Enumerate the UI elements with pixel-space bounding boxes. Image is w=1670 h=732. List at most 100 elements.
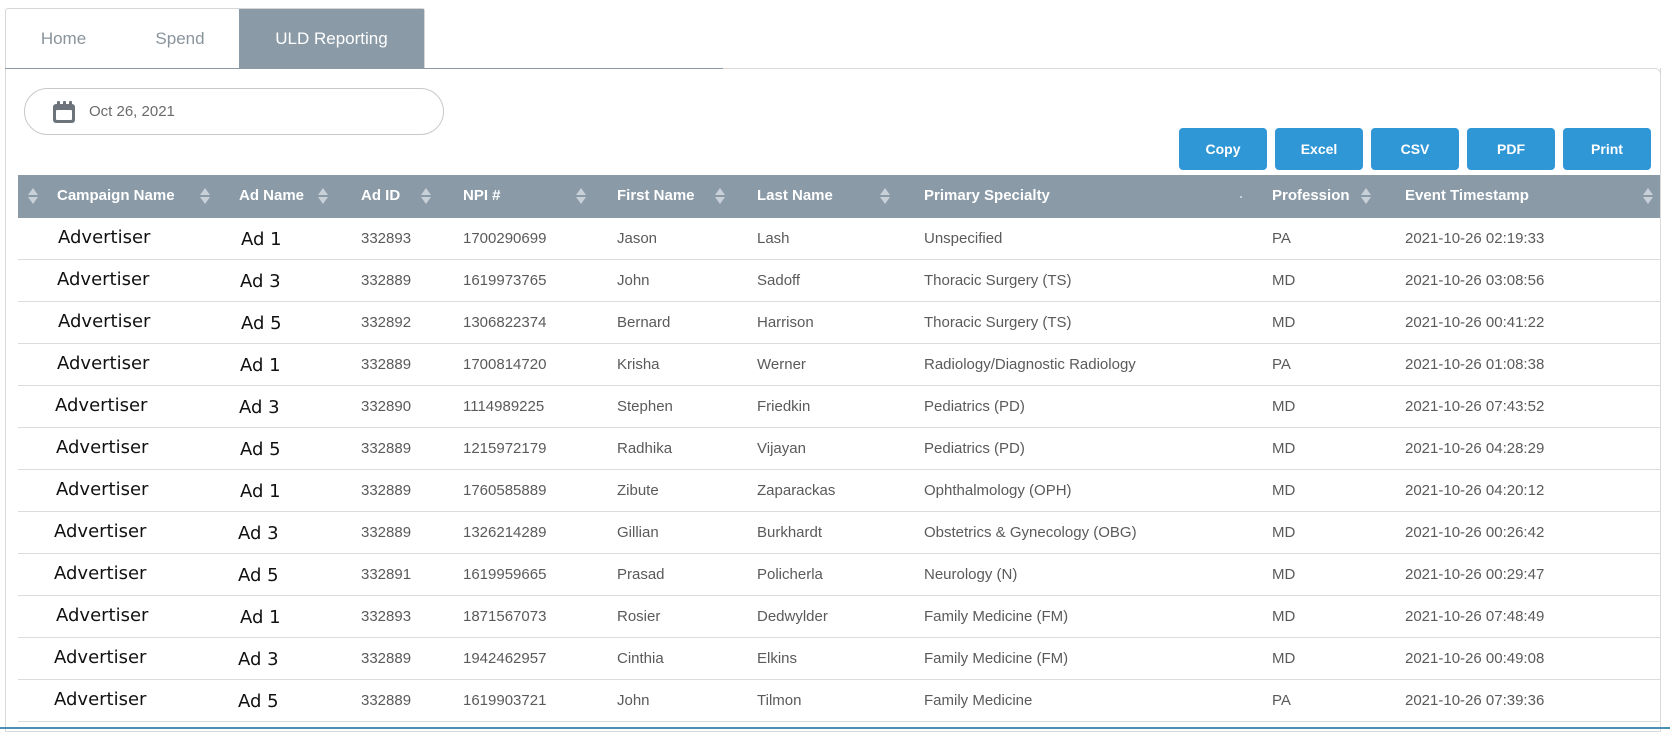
cell-event-timestamp: 2021-10-26 00:49:08 <box>1381 637 1661 679</box>
uld-reporting-page: Home Spend ULD Reporting Oct 26, 2021 Co… <box>0 0 1670 732</box>
cell-npi-number: 1215972179 <box>439 427 593 469</box>
cell-campaign-name: Advertiser <box>18 259 215 301</box>
cell-npi-number: 1760585889 <box>439 469 593 511</box>
tab-bar: Home Spend ULD Reporting <box>5 8 425 69</box>
first-name-text: Gillian <box>617 523 659 541</box>
column-header-npi[interactable]: NPI # <box>439 175 593 218</box>
cell-event-timestamp: 2021-10-26 07:48:49 <box>1381 595 1661 637</box>
column-header-ad-id[interactable]: Ad ID <box>337 175 439 218</box>
cell-event-timestamp: 2021-10-26 02:19:33 <box>1381 218 1661 259</box>
table-row[interactable]: Advertiser Ad 5 332891 1619959665 Prasad Poli… <box>18 553 1661 595</box>
table-row[interactable]: Advertiser Ad 1 332889 1760585889 Zibute Zapa… <box>18 469 1661 511</box>
table-row[interactable]: Advertiser Ad 5 332892 1306822374 Bernard Har… <box>18 301 1661 343</box>
cell-profession: MD <box>1248 553 1381 595</box>
cell-last-name: Burkhardt <box>733 511 900 553</box>
cell-ad-id: 332889 <box>337 343 439 385</box>
column-header-last-name[interactable]: Last Name <box>733 175 900 218</box>
table-row[interactable]: Advertiser Ad 3 332889 1942462957 Cinthia Elk… <box>18 637 1661 679</box>
cell-campaign-name: Advertiser <box>18 511 215 553</box>
report-table-wrapper: Campaign Name Ad Name Ad ID NPI # First Name… <box>18 175 1661 722</box>
cell-ad-name: Ad 5 <box>215 553 337 595</box>
table-row[interactable]: Advertiser Ad 1 332893 1700290699 Jason Lash U… <box>18 218 1661 259</box>
first-name-text: Zibute <box>617 481 659 499</box>
primary-specialty-text: Thoracic Surgery (TS) <box>924 271 1072 289</box>
print-button[interactable]: Print <box>1563 128 1651 170</box>
cell-ad-id: 332889 <box>337 427 439 469</box>
profession-text: MD <box>1272 565 1296 583</box>
column-header-label: Ad Name <box>239 187 305 204</box>
column-header-event-timestamp[interactable]: Event Timestamp <box>1381 175 1661 218</box>
column-header-profession[interactable]: Profession <box>1248 175 1381 218</box>
column-header-label: Last Name <box>757 187 833 204</box>
sort-icon[interactable] <box>1643 188 1653 206</box>
cell-ad-id: 332889 <box>337 469 439 511</box>
event-timestamp-text: 2021-10-26 04:28:29 <box>1405 439 1545 457</box>
sort-icon[interactable] <box>200 188 210 206</box>
campaign-name-text: Advertiser <box>54 562 147 584</box>
date-picker[interactable]: Oct 26, 2021 <box>24 88 444 135</box>
sort-icon[interactable] <box>880 188 890 206</box>
column-header-ad-name[interactable]: Ad Name <box>215 175 337 218</box>
ad-id-text: 332889 <box>361 355 412 373</box>
cell-primary-specialty: Neurology (N) <box>900 553 1248 595</box>
profession-text: MD <box>1272 481 1296 499</box>
csv-button[interactable]: CSV <box>1371 128 1459 170</box>
excel-button[interactable]: Excel <box>1275 128 1363 170</box>
date-value: Oct 26, 2021 <box>89 103 175 120</box>
copy-button[interactable]: Copy <box>1179 128 1267 170</box>
column-header-campaign-name[interactable]: Campaign Name <box>18 175 215 218</box>
cell-ad-name: Ad 5 <box>215 679 337 721</box>
sort-icon[interactable] <box>421 188 431 206</box>
npi-number-text: 1700290699 <box>463 230 547 247</box>
sort-icon[interactable] <box>715 188 725 206</box>
cell-npi-number: 1326214289 <box>439 511 593 553</box>
cell-npi-number: 1619903721 <box>439 679 593 721</box>
cell-last-name: Tilmon <box>733 679 900 721</box>
primary-specialty-text: Ophthalmology (OPH) <box>924 481 1072 499</box>
cell-profession: MD <box>1248 301 1381 343</box>
sort-icon[interactable] <box>318 188 328 206</box>
event-timestamp-text: 2021-10-26 07:39:36 <box>1405 691 1545 709</box>
table-body: Advertiser Ad 1 332893 1700290699 Jason Lash U… <box>18 218 1661 721</box>
cell-npi-number: 1306822374 <box>439 301 593 343</box>
table-row[interactable]: Advertiser Ad 1 332889 1700814720 Krisha Wern… <box>18 343 1661 385</box>
pdf-button[interactable]: PDF <box>1467 128 1555 170</box>
sort-icon[interactable] <box>576 188 586 206</box>
cell-profession: MD <box>1248 511 1381 553</box>
cell-first-name: Prasad <box>593 553 733 595</box>
cell-campaign-name: Advertiser <box>18 385 215 427</box>
table-row[interactable]: Advertiser Ad 1 332893 1871567073 Rosier Dedw… <box>18 595 1661 637</box>
tab-home[interactable]: Home <box>6 9 121 69</box>
cell-profession: MD <box>1248 427 1381 469</box>
ad-name-text: Ad 3 <box>240 270 281 292</box>
tab-spend[interactable]: Spend <box>121 9 239 69</box>
first-name-text: Rosier <box>617 607 661 625</box>
npi-number-text: 1871567073 <box>463 607 547 625</box>
profession-text: MD <box>1272 271 1296 289</box>
cell-ad-name: Ad 5 <box>215 301 337 343</box>
column-header-first-name[interactable]: First Name <box>593 175 733 218</box>
table-row[interactable]: Advertiser Ad 3 332890 1114989225 Stephen Fri… <box>18 385 1661 427</box>
campaign-name-text: Advertiser <box>55 394 148 416</box>
table-row[interactable]: Advertiser Ad 5 332889 1215972179 Radhika Vij… <box>18 427 1661 469</box>
npi-number-text: 1942462957 <box>463 649 547 667</box>
table-row[interactable]: Advertiser Ad 3 332889 1326214289 Gillian Bur… <box>18 511 1661 553</box>
column-header-primary-specialty[interactable]: Primary Specialty <box>900 175 1248 218</box>
table-row[interactable]: Advertiser Ad 3 332889 1619973765 John Sadoff… <box>18 259 1661 301</box>
event-timestamp-text: 2021-10-26 00:49:08 <box>1405 649 1545 667</box>
cell-primary-specialty: Family Medicine <box>900 679 1248 721</box>
sort-icon[interactable] <box>28 188 38 206</box>
cell-first-name: Radhika <box>593 427 733 469</box>
campaign-name-text: Advertiser <box>54 520 147 542</box>
cell-event-timestamp: 2021-10-26 00:26:42 <box>1381 511 1661 553</box>
primary-specialty-text: Family Medicine <box>924 691 1033 709</box>
ad-id-text: 332893 <box>361 607 412 625</box>
sort-icon[interactable] <box>1361 188 1371 206</box>
cell-first-name: Jason <box>593 218 733 259</box>
cell-npi-number: 1942462957 <box>439 637 593 679</box>
cell-first-name: John <box>593 259 733 301</box>
table-row[interactable]: Advertiser Ad 5 332889 1619903721 John Tilmon… <box>18 679 1661 721</box>
cell-ad-id: 332891 <box>337 553 439 595</box>
tab-uld-reporting[interactable]: ULD Reporting <box>239 9 424 69</box>
npi-number-text: 1114989225 <box>463 397 545 415</box>
